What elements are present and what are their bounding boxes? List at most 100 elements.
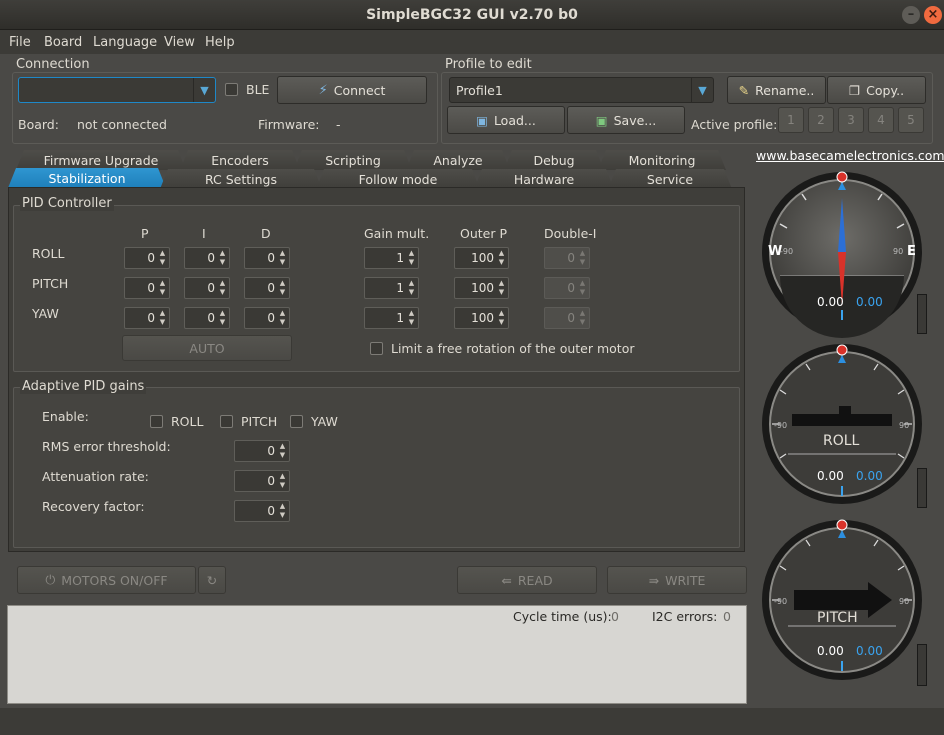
pitch-double-spinbox: 0 ▲ ▼ (544, 277, 590, 299)
active-profile-5-button[interactable]: 5 (898, 107, 924, 133)
ble-checkbox[interactable] (225, 83, 238, 96)
roll-i-spinbox[interactable]: 0 ▲ ▼ (184, 247, 230, 269)
minimize-icon[interactable]: – (902, 6, 920, 24)
tab-stabilization[interactable]: Stabilization (8, 168, 166, 188)
recovery-spinbox[interactable]: 0 ▲ ▼ (234, 500, 290, 522)
auto-button[interactable]: AUTO (122, 335, 292, 361)
write-icon: ⇛ (648, 572, 660, 588)
write-button[interactable]: ⇛ WRITE (607, 566, 747, 594)
active-profile-label: Active profile: (691, 117, 778, 132)
tab-debug[interactable]: Debug (504, 150, 604, 170)
yaw-outer-spinbox[interactable]: 100 ▲ ▼ (454, 307, 509, 329)
rename-button[interactable]: ✎ Rename.. (727, 76, 826, 104)
yaw-gain-spinbox[interactable]: 1 ▲ ▼ (364, 307, 419, 329)
cycle-time-label: Cycle time (us): (513, 609, 612, 624)
rms-error-label: RMS error threshold: (42, 439, 171, 454)
yaw-marker-icon (836, 171, 848, 183)
roll-value-a: 0.00 (817, 469, 844, 483)
roll-double-spinbox: 0 ▲ ▼ (544, 247, 590, 269)
refresh-button[interactable]: ↻ (198, 566, 226, 594)
profile-group-label: Profile to edit (445, 57, 532, 72)
profile-select[interactable]: Profile1 ▼ (449, 77, 714, 103)
active-profile-1-button[interactable]: 1 (778, 107, 804, 133)
yaw-value-a: 0.00 (817, 295, 844, 309)
menu-view[interactable]: View (164, 35, 195, 50)
adaptive-group-label: Adaptive PID gains (20, 379, 147, 394)
pid-col-outer: Outer P (460, 226, 508, 241)
menu-language[interactable]: Language (93, 35, 157, 50)
active-profile-3-button[interactable]: 3 (838, 107, 864, 133)
pitch-outer-spinbox[interactable]: 100 ▲ ▼ (454, 277, 509, 299)
roll-level-bar (917, 468, 927, 508)
tab-hardware[interactable]: Hardware (474, 169, 614, 189)
pitch-d-spinbox[interactable]: 0 ▲ ▼ (244, 277, 290, 299)
firmware-value: - (336, 117, 341, 132)
menu-file[interactable]: File (9, 35, 31, 50)
tab-analyze[interactable]: Analyze (406, 150, 510, 170)
website-link[interactable]: www.basecamelectronics.com (756, 148, 944, 163)
pid-row-label: YAW (32, 306, 59, 321)
tab-scripting[interactable]: Scripting (294, 150, 412, 170)
roll-value-b: 0.00 (856, 469, 883, 483)
close-icon[interactable]: × (924, 6, 942, 24)
attenuation-label: Attenuation rate: (42, 469, 149, 484)
adaptive-pitch-checkbox[interactable] (220, 415, 233, 428)
active-profile-2-button[interactable]: 2 (808, 107, 834, 133)
copy-icon: ❐ (848, 82, 861, 98)
roll-p-spinbox[interactable]: 0 ▲ ▼ (124, 247, 170, 269)
roll-gain-spinbox[interactable]: 1 ▲ ▼ (364, 247, 419, 269)
cycle-time-value: 0 (611, 609, 619, 624)
pitch-p-spinbox[interactable]: 0 ▲ ▼ (124, 277, 170, 299)
yaw-i-spinbox[interactable]: 0 ▲ ▼ (184, 307, 230, 329)
recovery-label: Recovery factor: (42, 499, 145, 514)
menu-bar: File Board Language View Help (0, 30, 944, 54)
pitch-level-bar (917, 644, 927, 686)
connection-group-label: Connection (16, 57, 90, 72)
yaw-p-spinbox[interactable]: 0 ▲ ▼ (124, 307, 170, 329)
adaptive-roll-checkbox[interactable] (150, 415, 163, 428)
board-value: not connected (77, 117, 167, 132)
title-bar: SimpleBGC32 GUI v2.70 b0 – × (0, 0, 944, 30)
chevron-down-icon: ▼ (691, 78, 713, 102)
connect-button[interactable]: ⚡ Connect (277, 76, 427, 104)
plug-icon: ⚡ (318, 82, 328, 98)
log-area: Cycle time (us): 0 I2C errors: 0 (7, 605, 747, 704)
yaw-double-spinbox: 0 ▲ ▼ (544, 307, 590, 329)
pitch-gain-spinbox[interactable]: 1 ▲ ▼ (364, 277, 419, 299)
roll-outer-spinbox[interactable]: 100 ▲ ▼ (454, 247, 509, 269)
pid-group-label: PID Controller (20, 196, 114, 211)
pid-col-d: D (261, 226, 271, 241)
roll-d-spinbox[interactable]: 0 ▲ ▼ (244, 247, 290, 269)
tab-service[interactable]: Service (608, 169, 732, 189)
rms-error-spinbox[interactable]: 0 ▲ ▼ (234, 440, 290, 462)
tab-monitoring[interactable]: Monitoring (598, 150, 726, 170)
pid-row-label: ROLL (32, 246, 65, 261)
roll-marker-icon (836, 344, 848, 356)
tab-firmware-upgrade[interactable]: Firmware Upgrade (16, 150, 186, 170)
chevron-down-icon: ▼ (193, 78, 215, 102)
yaw-level-bar (917, 294, 927, 334)
read-button[interactable]: ⇚ READ (457, 566, 597, 594)
yaw-value-b: 0.00 (856, 295, 883, 309)
tab-follow-mode[interactable]: Follow mode (316, 169, 480, 189)
window-title: SimpleBGC32 GUI v2.70 b0 (366, 7, 578, 23)
menu-help[interactable]: Help (205, 35, 235, 50)
yaw-d-spinbox[interactable]: 0 ▲ ▼ (244, 307, 290, 329)
port-select[interactable]: ▼ (18, 77, 216, 103)
refresh-icon: ↻ (206, 572, 218, 588)
adaptive-yaw-checkbox[interactable] (290, 415, 303, 428)
active-profile-4-button[interactable]: 4 (868, 107, 894, 133)
limit-rotation-checkbox[interactable] (370, 342, 383, 355)
menu-board[interactable]: Board (44, 35, 82, 50)
i2c-errors-value: 0 (723, 609, 731, 624)
save-button[interactable]: ▣ Save... (567, 106, 685, 134)
tab-encoders[interactable]: Encoders (180, 150, 300, 170)
attenuation-spinbox[interactable]: 0 ▲ ▼ (234, 470, 290, 492)
motors-on-off-button[interactable]: ⏻ MOTORS ON/OFF (17, 566, 196, 594)
pitch-gauge-name: PITCH (817, 610, 858, 626)
tab-rc-settings[interactable]: RC Settings (160, 169, 322, 189)
load-button[interactable]: ▣ Load... (447, 106, 565, 134)
copy-button[interactable]: ❐ Copy.. (827, 76, 926, 104)
pitch-i-spinbox[interactable]: 0 ▲ ▼ (184, 277, 230, 299)
board-label: Board: (18, 117, 59, 132)
